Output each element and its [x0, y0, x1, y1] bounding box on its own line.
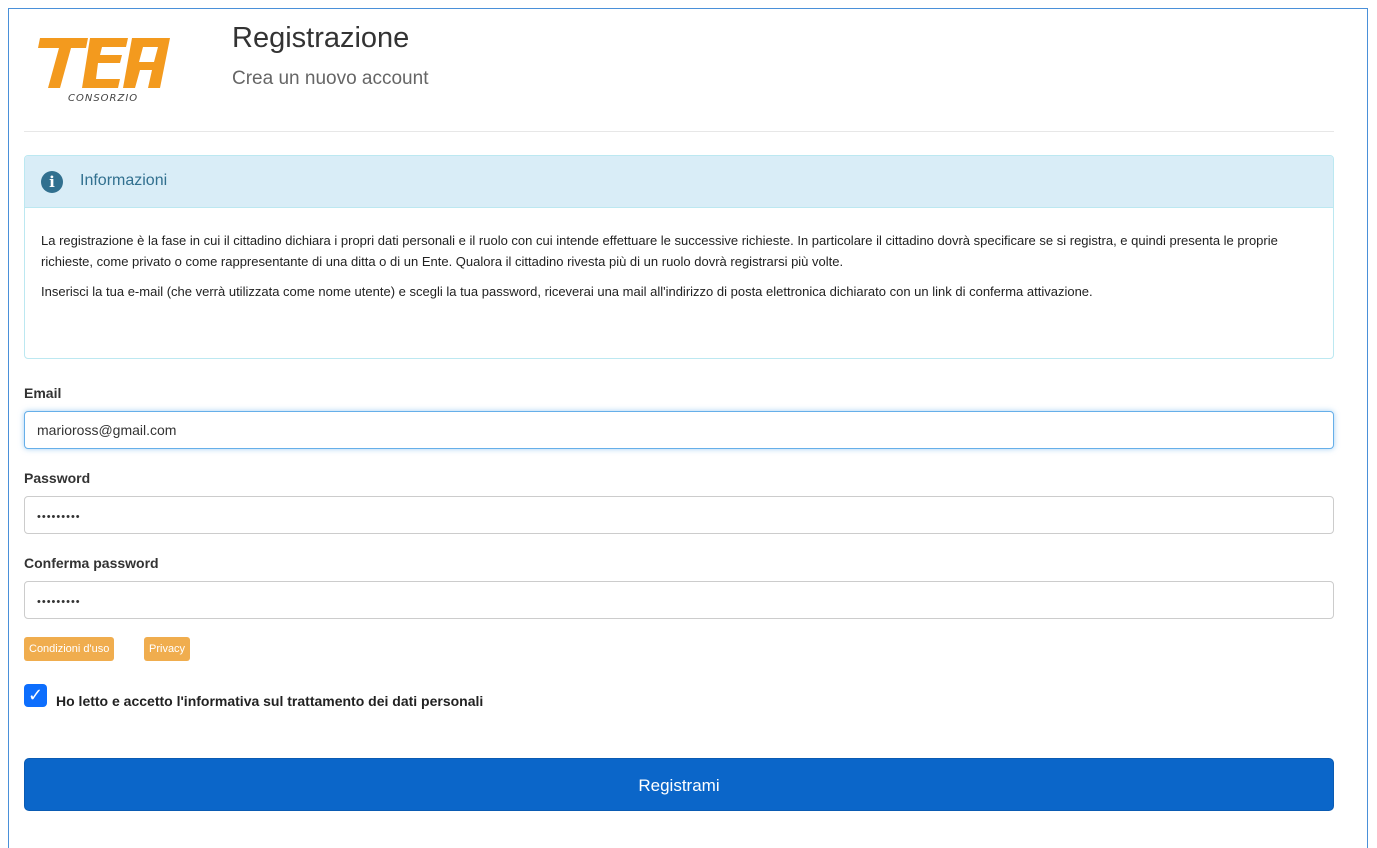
- confirm-password-label: Conferma password: [24, 555, 159, 571]
- info-panel-body: La registrazione è la fase in cui il cit…: [25, 208, 1333, 302]
- email-label: Email: [24, 385, 62, 401]
- check-icon: ✓: [27, 685, 44, 705]
- terms-button[interactable]: Condizioni d'uso: [24, 637, 115, 661]
- page-subtitle: Crea un nuovo account: [232, 68, 429, 89]
- password-field[interactable]: •••••••••: [24, 496, 1334, 534]
- divider: [24, 131, 1334, 132]
- info-paragraph-2: Inserisci la tua e-mail (che verrà utili…: [41, 284, 1093, 299]
- confirm-password-value: •••••••••: [37, 596, 81, 608]
- svg-text:CONSORZIO: CONSORZIO: [68, 93, 138, 104]
- tea-consorzio-logo: CONSORZIO: [38, 38, 170, 104]
- consent-checkbox[interactable]: ✓: [24, 684, 47, 707]
- info-panel-heading: i Informazioni: [25, 156, 1333, 208]
- header: [16, 8, 1336, 132]
- consent-label[interactable]: Ho letto e accetto l'informativa sul tra…: [56, 693, 483, 709]
- password-value: •••••••••: [37, 511, 81, 523]
- email-value: marioross@gmail.com: [37, 422, 177, 438]
- password-label: Password: [24, 470, 91, 486]
- info-panel: i Informazioni La registrazione è la fas…: [24, 155, 1334, 359]
- privacy-button[interactable]: Privacy: [144, 637, 191, 661]
- page-title: Registrazione: [232, 22, 410, 54]
- info-paragraph-1: La registrazione è la fase in cui il cit…: [41, 233, 1278, 269]
- info-panel-title: Informazioni: [80, 172, 168, 189]
- confirm-password-field[interactable]: •••••••••: [24, 581, 1334, 619]
- info-icon: i: [41, 171, 63, 193]
- email-field[interactable]: marioross@gmail.com: [24, 411, 1334, 449]
- register-button[interactable]: Registrami: [24, 758, 1334, 811]
